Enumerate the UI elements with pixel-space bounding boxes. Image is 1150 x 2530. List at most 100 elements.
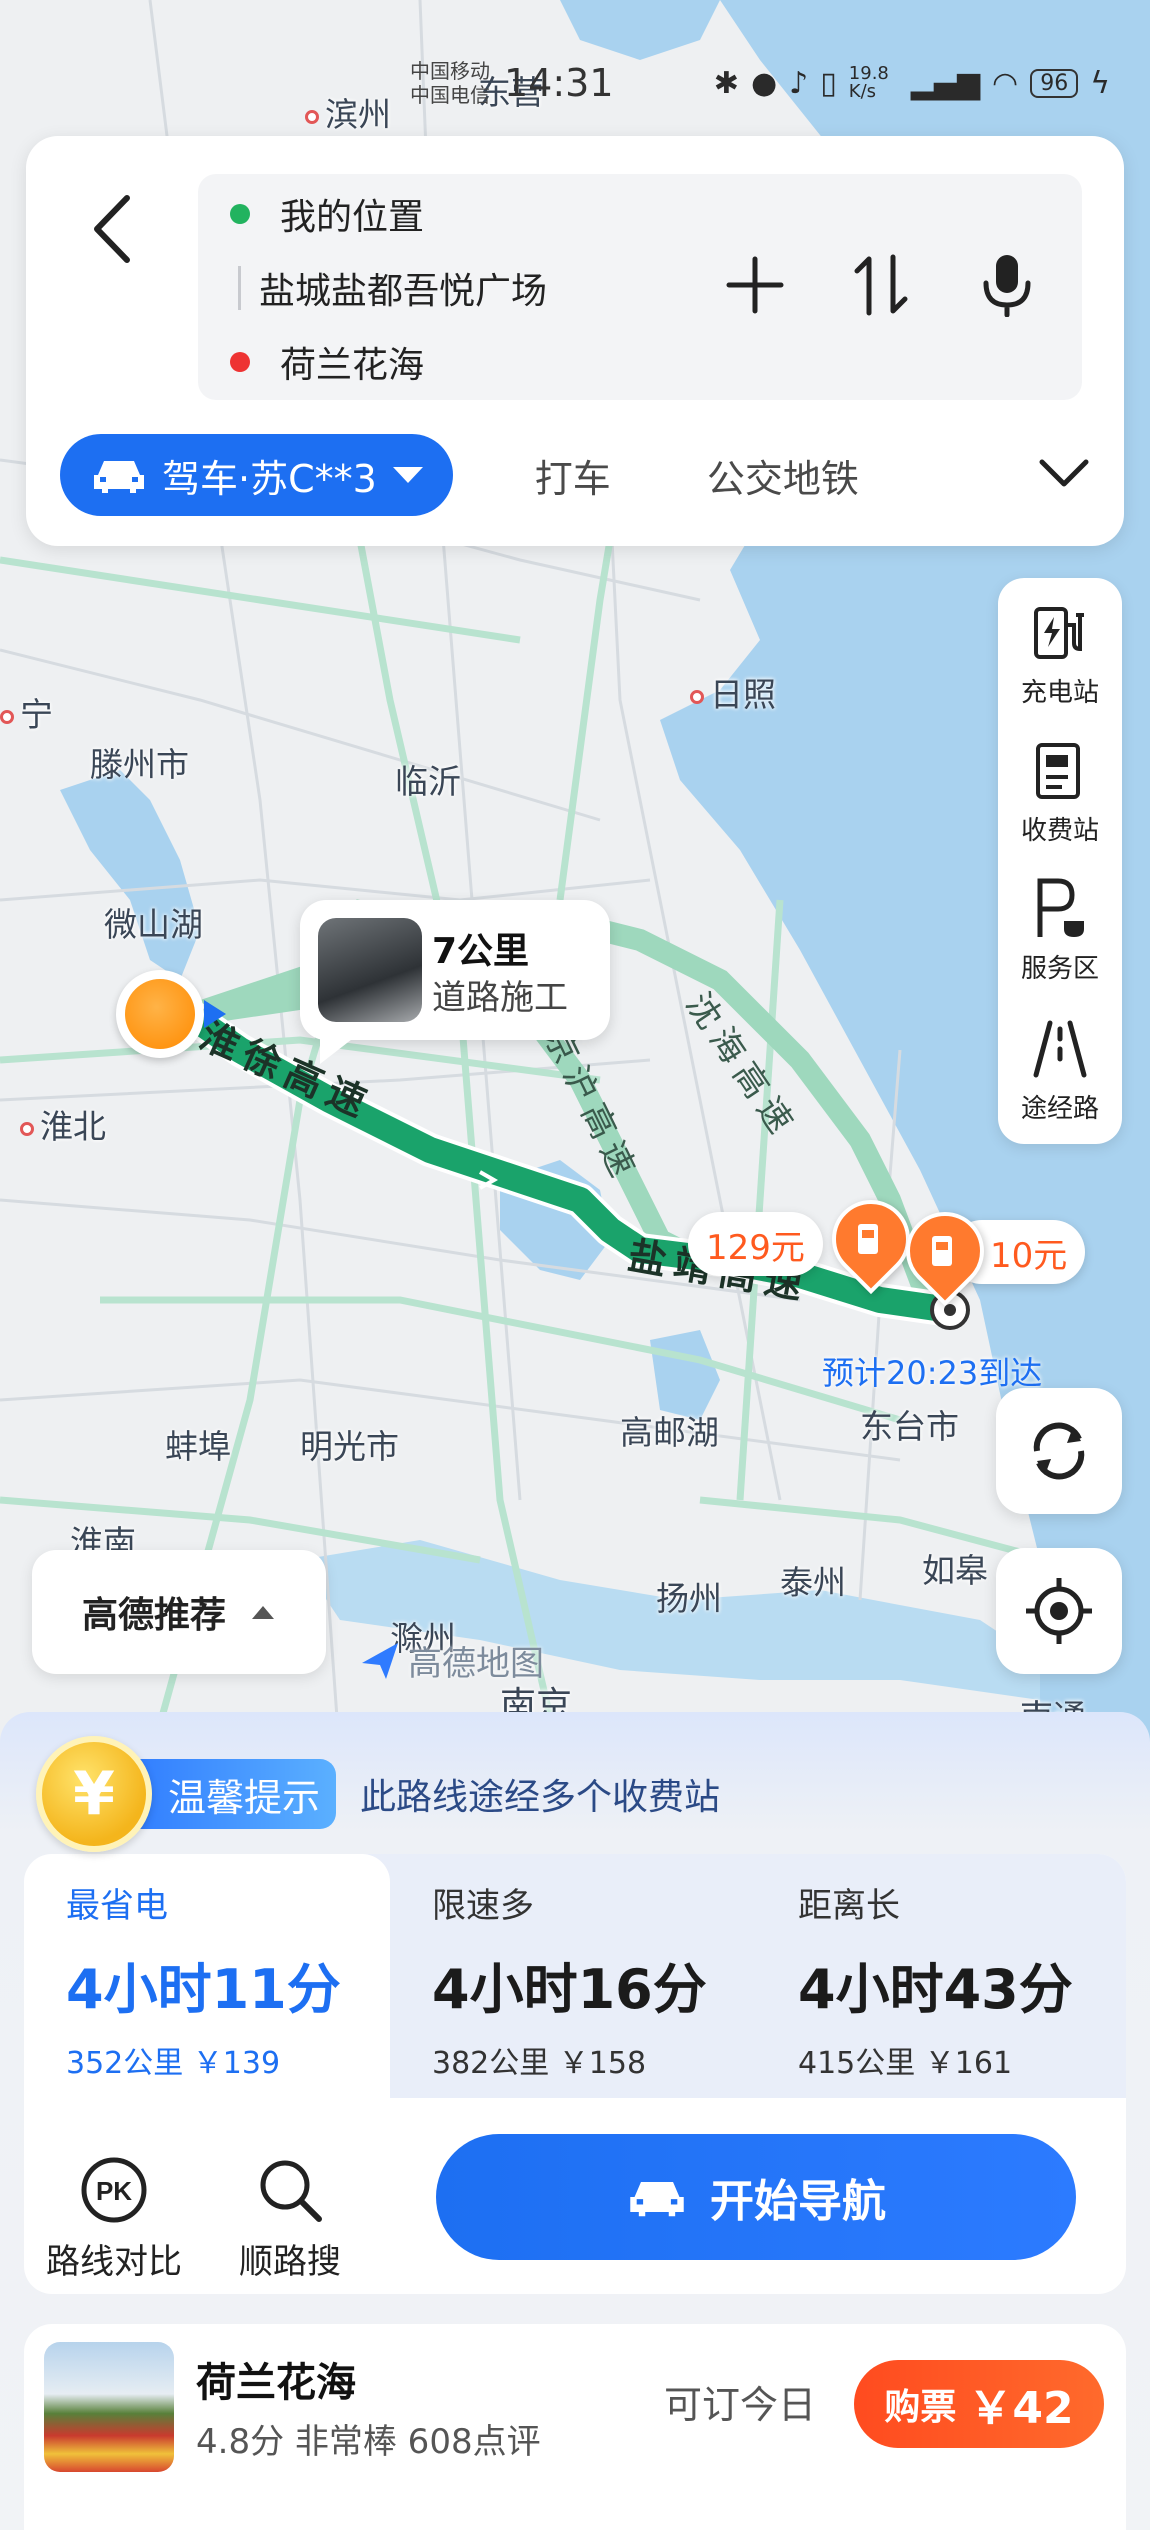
tip-banner[interactable]: ¥ 温馨提示 此路线途经多个收费站 xyxy=(36,1736,720,1852)
destination-field[interactable]: 荷兰花海 xyxy=(230,336,424,388)
route-search-card: 我的位置 盐城盐都吾悦广场 荷兰花海 驾车·苏C**3 打车 公交地铁 xyxy=(26,136,1124,546)
poi-rating: 4.8分 非常棒 608点评 xyxy=(196,2422,541,2462)
city-label: 滨州 xyxy=(305,88,391,136)
more-modes-button[interactable] xyxy=(1038,458,1090,492)
charging-station-icon xyxy=(1034,607,1084,659)
route-option-2[interactable]: 限速多 4小时16分 382公里 ￥158 xyxy=(390,1854,756,2098)
tab-drive[interactable]: 驾车·苏C**3 xyxy=(60,434,453,516)
refresh-route-button[interactable] xyxy=(996,1388,1122,1514)
voice-input-button[interactable] xyxy=(972,250,1042,320)
amap-logo: 高德地图 xyxy=(360,1636,544,1685)
toll-station-icon xyxy=(1036,743,1080,799)
city-label: 如皋 xyxy=(922,1551,988,1590)
wifi-icon: ◠ xyxy=(992,65,1019,101)
map-view[interactable]: 滨州 东营 宁 滕州市 临沂 日照 微山湖 淮北 蚌埠 明光市 高邮湖 东台市 … xyxy=(0,0,1150,1760)
svg-text:PK: PK xyxy=(96,2176,132,2206)
side-tool-via-road[interactable]: 途经路 xyxy=(998,1016,1122,1125)
eta-label: 预计20:23到达 xyxy=(822,1354,1043,1392)
incident-distance: 7公里 xyxy=(432,931,530,972)
route-points-box: 我的位置 盐城盐都吾悦广场 荷兰花海 xyxy=(198,174,1082,400)
origin-field[interactable]: 我的位置 xyxy=(230,188,424,240)
status-icons: ✱ ● ♪ ▯ 19.8 K/s ▂▄▆ ◠ 96 ϟ xyxy=(714,65,1110,101)
yuan-coin-icon: ¥ xyxy=(36,1736,152,1852)
city-label: 淮北 xyxy=(20,1100,106,1148)
car-icon xyxy=(94,461,144,493)
toll-station-icon xyxy=(858,1224,878,1254)
swap-icon xyxy=(854,254,908,316)
side-tool-service[interactable]: 服务区 xyxy=(998,876,1122,985)
origin-dot-icon xyxy=(230,204,250,224)
city-label: 蚌埠 xyxy=(165,1427,231,1466)
start-location-marker xyxy=(116,970,226,1058)
pk-icon: PK xyxy=(81,2157,147,2223)
destination-poi-card[interactable]: 荷兰花海 4.8分 非常棒 608点评 可订今日 购票 ￥42 xyxy=(24,2324,1126,2530)
swap-route-button[interactable] xyxy=(846,250,916,320)
buy-ticket-button[interactable]: 购票 ￥42 xyxy=(854,2360,1104,2448)
route-option-1[interactable]: 最省电 4小时11分 352公里 ￥139 xyxy=(24,1854,390,2098)
tip-badge: 温馨提示 xyxy=(122,1759,337,1829)
location-icon: ● xyxy=(750,65,778,101)
add-waypoint-button[interactable] xyxy=(720,250,790,320)
tab-taxi[interactable]: 打车 xyxy=(535,448,611,503)
chevron-down-icon xyxy=(1039,459,1089,487)
route-options-card: 最省电 4小时11分 352公里 ￥139 限速多 4小时16分 382公里 ￥… xyxy=(24,1854,1126,2294)
signal-icon: ▂▄▆ xyxy=(910,65,981,101)
destination-dot-icon xyxy=(230,352,250,372)
poi-photo xyxy=(44,2342,174,2472)
charging-icon: ϟ xyxy=(1090,65,1110,101)
via-field[interactable]: 盐城盐都吾悦广场 xyxy=(230,262,547,314)
locate-icon xyxy=(1026,1578,1092,1644)
route-tools xyxy=(720,250,1042,320)
city-label: 高邮湖 xyxy=(620,1413,719,1452)
bluetooth-icon: ✱ xyxy=(713,65,739,101)
heading-arrow-icon xyxy=(204,1000,226,1028)
locate-me-button[interactable] xyxy=(996,1548,1122,1674)
back-button[interactable] xyxy=(76,184,146,274)
microphone-icon xyxy=(983,255,1031,317)
carrier-info: 中国移动 中国电信 xyxy=(410,59,490,107)
city-label: 明光市 xyxy=(300,1427,399,1466)
back-arrow-icon xyxy=(94,195,130,263)
transport-mode-tabs: 驾车·苏C**3 打车 公交地铁 xyxy=(60,432,1100,518)
incident-type: 道路施工 xyxy=(432,978,568,1018)
along-route-search-button[interactable]: 顺路搜 xyxy=(200,2154,380,2283)
battery-icon: 96 xyxy=(1030,68,1079,98)
incident-bubble[interactable]: 7公里 道路施工 xyxy=(300,900,610,1064)
bubble-tail xyxy=(320,1036,356,1064)
car-avatar-icon xyxy=(125,979,195,1049)
city-label: 日照 xyxy=(690,668,776,716)
city-label: 微山湖 xyxy=(104,905,203,944)
caret-up-icon xyxy=(252,1606,274,1619)
route-option-3[interactable]: 距离长 4小时43分 415公里 ￥161 xyxy=(756,1854,1122,2098)
amap-logo-icon xyxy=(362,1642,398,1679)
plus-icon xyxy=(726,256,784,314)
side-tool-toll[interactable]: 收费站 xyxy=(998,738,1122,847)
via-road-icon xyxy=(1033,1020,1087,1078)
vibrate-icon: ▯ xyxy=(820,65,837,101)
city-label: 滕州市 xyxy=(90,745,189,784)
search-icon xyxy=(260,2160,322,2222)
service-area-icon xyxy=(1037,878,1084,937)
mic-status-icon: ♪ xyxy=(789,65,809,101)
toll-station-icon xyxy=(932,1236,952,1266)
city-label: 泰州 xyxy=(780,1563,846,1602)
route-compare-button[interactable]: PK 路线对比 xyxy=(24,2154,204,2283)
city-label: 临沂 xyxy=(395,762,461,801)
caret-down-icon xyxy=(392,467,423,483)
city-label: 东台市 xyxy=(860,1407,959,1446)
tab-transit[interactable]: 公交地铁 xyxy=(707,448,859,503)
start-navigation-button[interactable]: 开始导航 xyxy=(436,2134,1076,2260)
city-label: 宁 xyxy=(0,688,53,736)
toll-price-tag[interactable]: 129元 xyxy=(688,1212,823,1276)
incident-photo xyxy=(318,918,422,1022)
route-preference-button[interactable]: 高德推荐 xyxy=(32,1550,326,1674)
car-icon xyxy=(630,2182,684,2217)
via-connector xyxy=(238,266,241,310)
poi-availability: 可订今日 xyxy=(664,2383,817,2427)
city-label: 扬州 xyxy=(656,1579,722,1618)
net-speed: 19.8 K/s xyxy=(848,63,889,102)
map-layer-tools: 充电站 收费站 服务区 途经路 xyxy=(998,578,1122,1144)
route-result-panel: ¥ 温馨提示 此路线途经多个收费站 最省电 4小时11分 352公里 ￥139 … xyxy=(0,1712,1150,2530)
side-tool-charging[interactable]: 充电站 xyxy=(998,600,1122,709)
status-bar: 中国移动 中国电信 14:31 ✱ ● ♪ ▯ 19.8 K/s ▂▄▆ ◠ 9… xyxy=(410,58,1110,108)
